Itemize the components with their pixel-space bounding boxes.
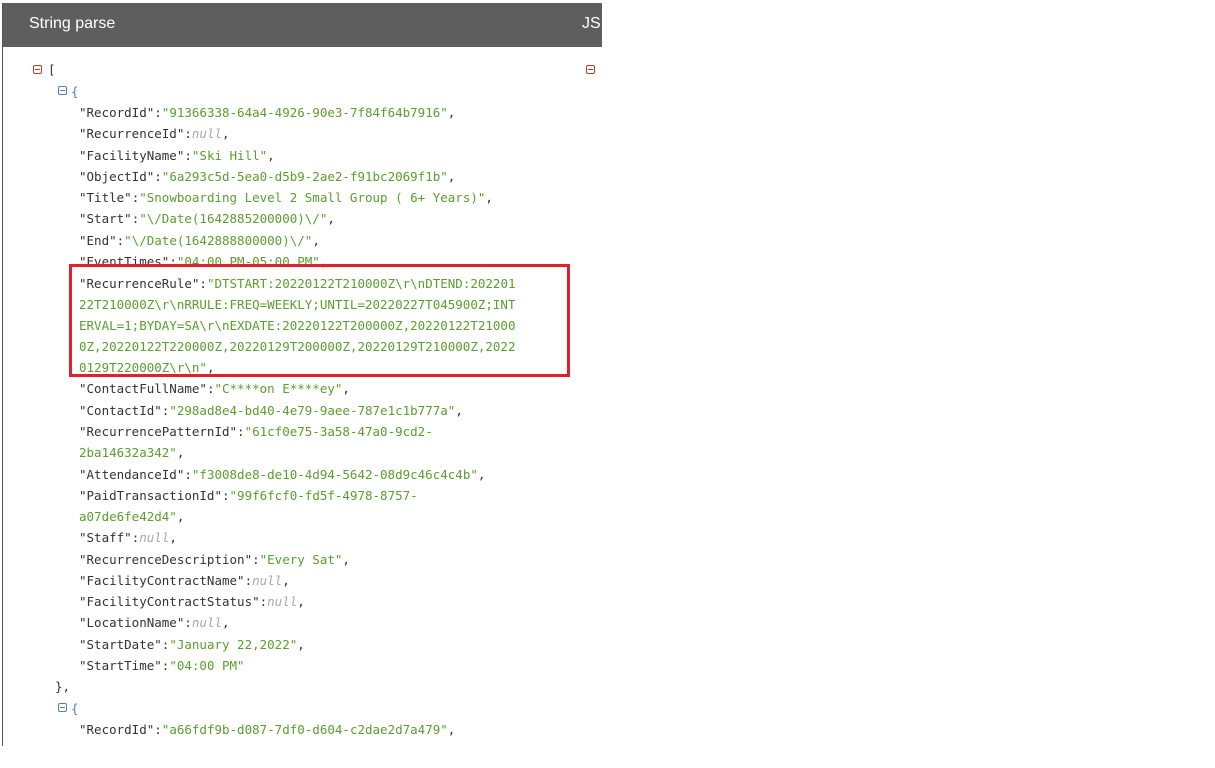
json-entry: "Start":"\/Date(1642885200000)\/",: [79, 211, 335, 226]
json-entry: "RecurrencePatternId":"61cf0e75-3a58-47a…: [79, 424, 433, 439]
json-entry: "ObjectId":"6a293c5d-5ea0-d5b9-2ae2-f91b…: [79, 169, 456, 184]
json-key: "ObjectId": [79, 169, 155, 184]
panel-header: String parse JS: [3, 3, 602, 47]
json-key: "AttendanceId": [79, 467, 185, 482]
json-key: "End": [79, 233, 117, 248]
array-open-bracket: [: [48, 62, 56, 77]
json-value: "f3008de8-de10-4d94-5642-08d9c46c4c4b": [191, 467, 478, 482]
json-value: "January 22,2022": [169, 637, 298, 652]
json-value: "298ad8e4-bd40-4e79-9aee-787e1c1b777a": [169, 403, 456, 418]
json-value: "Snowboarding Level 2 Small Group ( 6+ Y…: [139, 190, 486, 205]
json-entry: "FacilityContractName":null,: [79, 573, 290, 588]
json-value-continuation: a07de6fe42d4",: [79, 509, 185, 524]
json-entry: "PaidTransactionId":"99f6fcf0-fd5f-4978-…: [79, 488, 418, 503]
json-key: "RecurrenceId": [79, 126, 185, 141]
json-key: "FacilityContractName": [79, 573, 245, 588]
json-key: "Staff": [79, 530, 132, 545]
json-entry: "ContactFullName":"C****on E****ey",: [79, 381, 350, 396]
json-value: "\/Date(1642888800000)\/": [124, 233, 313, 248]
json-value: "6a293c5d-5ea0-d5b9-2ae2-f91bc2069f1b": [161, 169, 448, 184]
collapse-object-icon[interactable]: [58, 86, 67, 95]
json-null: null: [139, 530, 170, 545]
json-key: "FacilityName": [79, 148, 185, 163]
json-entry: "StartTime":"04:00 PM": [79, 658, 245, 673]
json-value: "a66fdf9b-d087-7df0-d604-c2dae2d7a479": [161, 722, 448, 737]
collapse-object-icon[interactable]: [58, 703, 67, 712]
json-null: null: [252, 573, 283, 588]
json-key: "LocationName": [79, 615, 185, 630]
json-key: "RecurrenceDescription": [79, 552, 253, 567]
json-entry: "StartDate":"January 22,2022",: [79, 637, 305, 652]
json-key: "RecurrencePatternId": [79, 424, 238, 439]
json-key: "Title": [79, 190, 132, 205]
panel-title: String parse: [29, 15, 116, 32]
json-value: "Ski Hill": [191, 148, 268, 163]
json-key: "PaidTransactionId": [79, 488, 222, 503]
json-value: "Every Sat": [259, 552, 343, 567]
object-close-brace: },: [55, 679, 71, 694]
json-entry: "RecurrenceId":null,: [79, 126, 230, 141]
json-null: null: [267, 594, 298, 609]
json-entry: "AttendanceId":"f3008de8-de10-4d94-5642-…: [79, 467, 486, 482]
json-value: "C****on E****ey": [214, 381, 343, 396]
json-entry: "RecordId":"91366338-64a4-4926-90e3-7f84…: [79, 105, 456, 120]
json-value: "\/Date(1642885200000)\/": [139, 211, 328, 226]
json-entry: "End":"\/Date(1642888800000)\/",: [79, 233, 320, 248]
object-open-brace: {: [71, 84, 79, 99]
json-key: "RecordId": [79, 722, 155, 737]
json-value: "91366338-64a4-4926-90e3-7f84f64b7916": [161, 105, 448, 120]
collapse-icon[interactable]: [586, 65, 595, 74]
json-value: 2ba14632a342": [79, 445, 177, 460]
object-open-brace: {: [71, 701, 79, 716]
json-null: null: [191, 126, 222, 141]
json-entry: "ContactId":"298ad8e4-bd40-4e79-9aee-787…: [79, 403, 463, 418]
json-entry: "FacilityName":"Ski Hill",: [79, 148, 275, 163]
json-entry: "LocationName":null,: [79, 615, 230, 630]
json-key: "ContactFullName": [79, 381, 207, 396]
json-key: "ContactId": [79, 403, 162, 418]
json-key: "StartTime": [79, 658, 162, 673]
json-key: "RecordId": [79, 105, 155, 120]
json-key: "FacilityContractStatus": [79, 594, 260, 609]
json-entry: "FacilityContractStatus":null,: [79, 594, 305, 609]
json-key: "StartDate": [79, 637, 162, 652]
json-entry: "RecurrenceDescription":"Every Sat",: [79, 552, 350, 567]
collapse-array-icon[interactable]: [33, 65, 42, 74]
json-value: "99f6fcf0-fd5f-4978-8757-: [229, 488, 418, 503]
json-value-continuation: 2ba14632a342",: [79, 445, 185, 460]
json-null: null: [191, 615, 222, 630]
highlight-box: [69, 264, 570, 377]
json-key: "Start": [79, 211, 132, 226]
json-value: "04:00 PM": [169, 658, 245, 673]
json-value: "61cf0e75-3a58-47a0-9cd2-: [244, 424, 433, 439]
right-panel-title: JS: [582, 15, 601, 32]
json-value: a07de6fe42d4": [79, 509, 177, 524]
json-entry: "RecordId":"a66fdf9b-d087-7df0-d604-c2da…: [79, 722, 456, 737]
json-entry: "Title":"Snowboarding Level 2 Small Grou…: [79, 190, 493, 205]
json-entry: "Staff":null,: [79, 530, 177, 545]
